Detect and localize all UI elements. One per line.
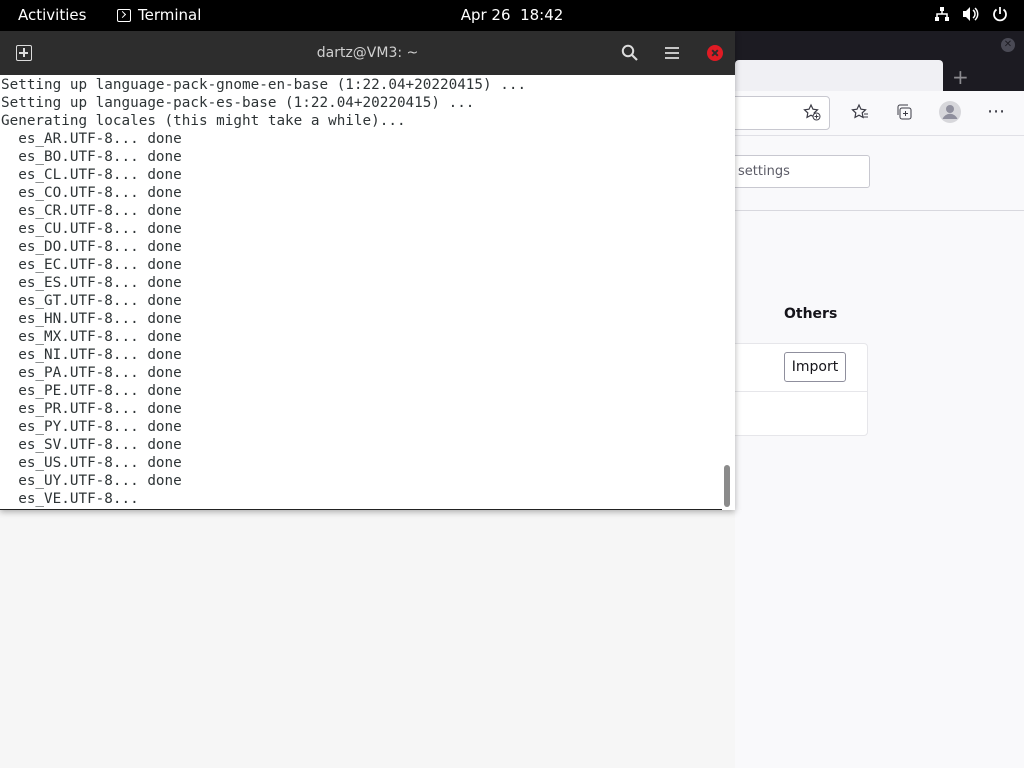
divider [735, 210, 1024, 211]
clock-time: 18:42 [520, 6, 564, 24]
terminal-line: es_PY.UTF-8... done [1, 419, 182, 435]
search-icon[interactable] [621, 44, 638, 65]
browser-nav-bar: ⋯ [729, 91, 1024, 136]
terminal-bottom-edge [0, 509, 722, 510]
browser-tab[interactable] [735, 60, 943, 91]
card-divider [730, 391, 867, 392]
terminal-text: Setting up language-pack-gnome-en-base (… [0, 75, 735, 508]
terminal-line: es_PE.UTF-8... done [1, 383, 182, 399]
terminal-app-icon [117, 8, 131, 22]
system-tray[interactable] [934, 6, 1008, 26]
terminal-line: es_PR.UTF-8... done [1, 401, 182, 417]
more-options-icon[interactable]: ⋯ [987, 101, 1005, 122]
app-name: Terminal [138, 6, 202, 24]
new-tab-plus-icon[interactable]: + [952, 65, 969, 89]
network-icon[interactable] [934, 6, 950, 26]
scrollbar-thumb[interactable] [724, 465, 730, 507]
terminal-line: es_PA.UTF-8... done [1, 365, 182, 381]
terminal-line: Generating locales (this might take a wh… [1, 113, 406, 129]
import-button[interactable]: Import [784, 352, 846, 382]
browser-tab-strip: + ✕ [735, 31, 1024, 91]
terminal-line: es_NI.UTF-8... done [1, 347, 182, 363]
settings-search-input[interactable]: settings [731, 155, 870, 188]
browser-window: + ✕ ⋯ settings Others Import [729, 31, 1024, 768]
terminal-line: es_ES.UTF-8... done [1, 275, 182, 291]
terminal-line: es_CL.UTF-8... done [1, 167, 182, 183]
terminal-line: es_VE.UTF-8... [1, 491, 139, 507]
collections-icon[interactable] [895, 103, 913, 125]
terminal-line: es_CO.UTF-8... done [1, 185, 182, 201]
hamburger-menu-icon[interactable] [664, 45, 680, 64]
terminal-line: es_GT.UTF-8... done [1, 293, 182, 309]
close-icon[interactable] [707, 45, 723, 61]
terminal-output[interactable]: Setting up language-pack-gnome-en-base (… [0, 75, 735, 510]
terminal-line: es_UY.UTF-8... done [1, 473, 182, 489]
volume-icon[interactable] [962, 6, 980, 26]
terminal-line: es_SV.UTF-8... done [1, 437, 182, 453]
top-bar: Activities Terminal Apr 26 18:42 [0, 0, 1024, 31]
terminal-line: es_AR.UTF-8... done [1, 131, 182, 147]
window-close-icon[interactable]: ✕ [1001, 38, 1015, 52]
terminal-line: es_BO.UTF-8... done [1, 149, 182, 165]
others-heading: Others [784, 306, 838, 322]
terminal-line: Setting up language-pack-gnome-en-base (… [1, 77, 527, 93]
clock-date: Apr 26 [460, 6, 511, 24]
app-menu[interactable]: Terminal [117, 6, 201, 24]
power-icon[interactable] [992, 6, 1008, 26]
clock-button[interactable]: Apr 26 18:42 [461, 6, 564, 24]
bookmarks-icon[interactable] [851, 103, 869, 125]
terminal-line: es_CU.UTF-8... done [1, 221, 182, 237]
account-avatar-icon[interactable] [938, 100, 962, 128]
terminal-line: es_HN.UTF-8... done [1, 311, 182, 327]
terminal-window: dartz@VM3: ~ Setting up language-pack-gn… [0, 31, 735, 510]
terminal-line: es_US.UTF-8... done [1, 455, 182, 471]
terminal-line: es_CR.UTF-8... done [1, 203, 182, 219]
import-card: Import [729, 343, 868, 436]
activities-button[interactable]: Activities [18, 6, 86, 24]
terminal-line: Setting up language-pack-es-base (1:22.0… [1, 95, 475, 111]
url-bar[interactable] [729, 96, 830, 130]
terminal-line: es_DO.UTF-8... done [1, 239, 182, 255]
terminal-header-bar[interactable]: dartz@VM3: ~ [0, 31, 735, 75]
bookmark-star-add-icon[interactable] [803, 103, 821, 125]
terminal-line: es_MX.UTF-8... done [1, 329, 182, 345]
terminal-line: es_EC.UTF-8... done [1, 257, 182, 273]
